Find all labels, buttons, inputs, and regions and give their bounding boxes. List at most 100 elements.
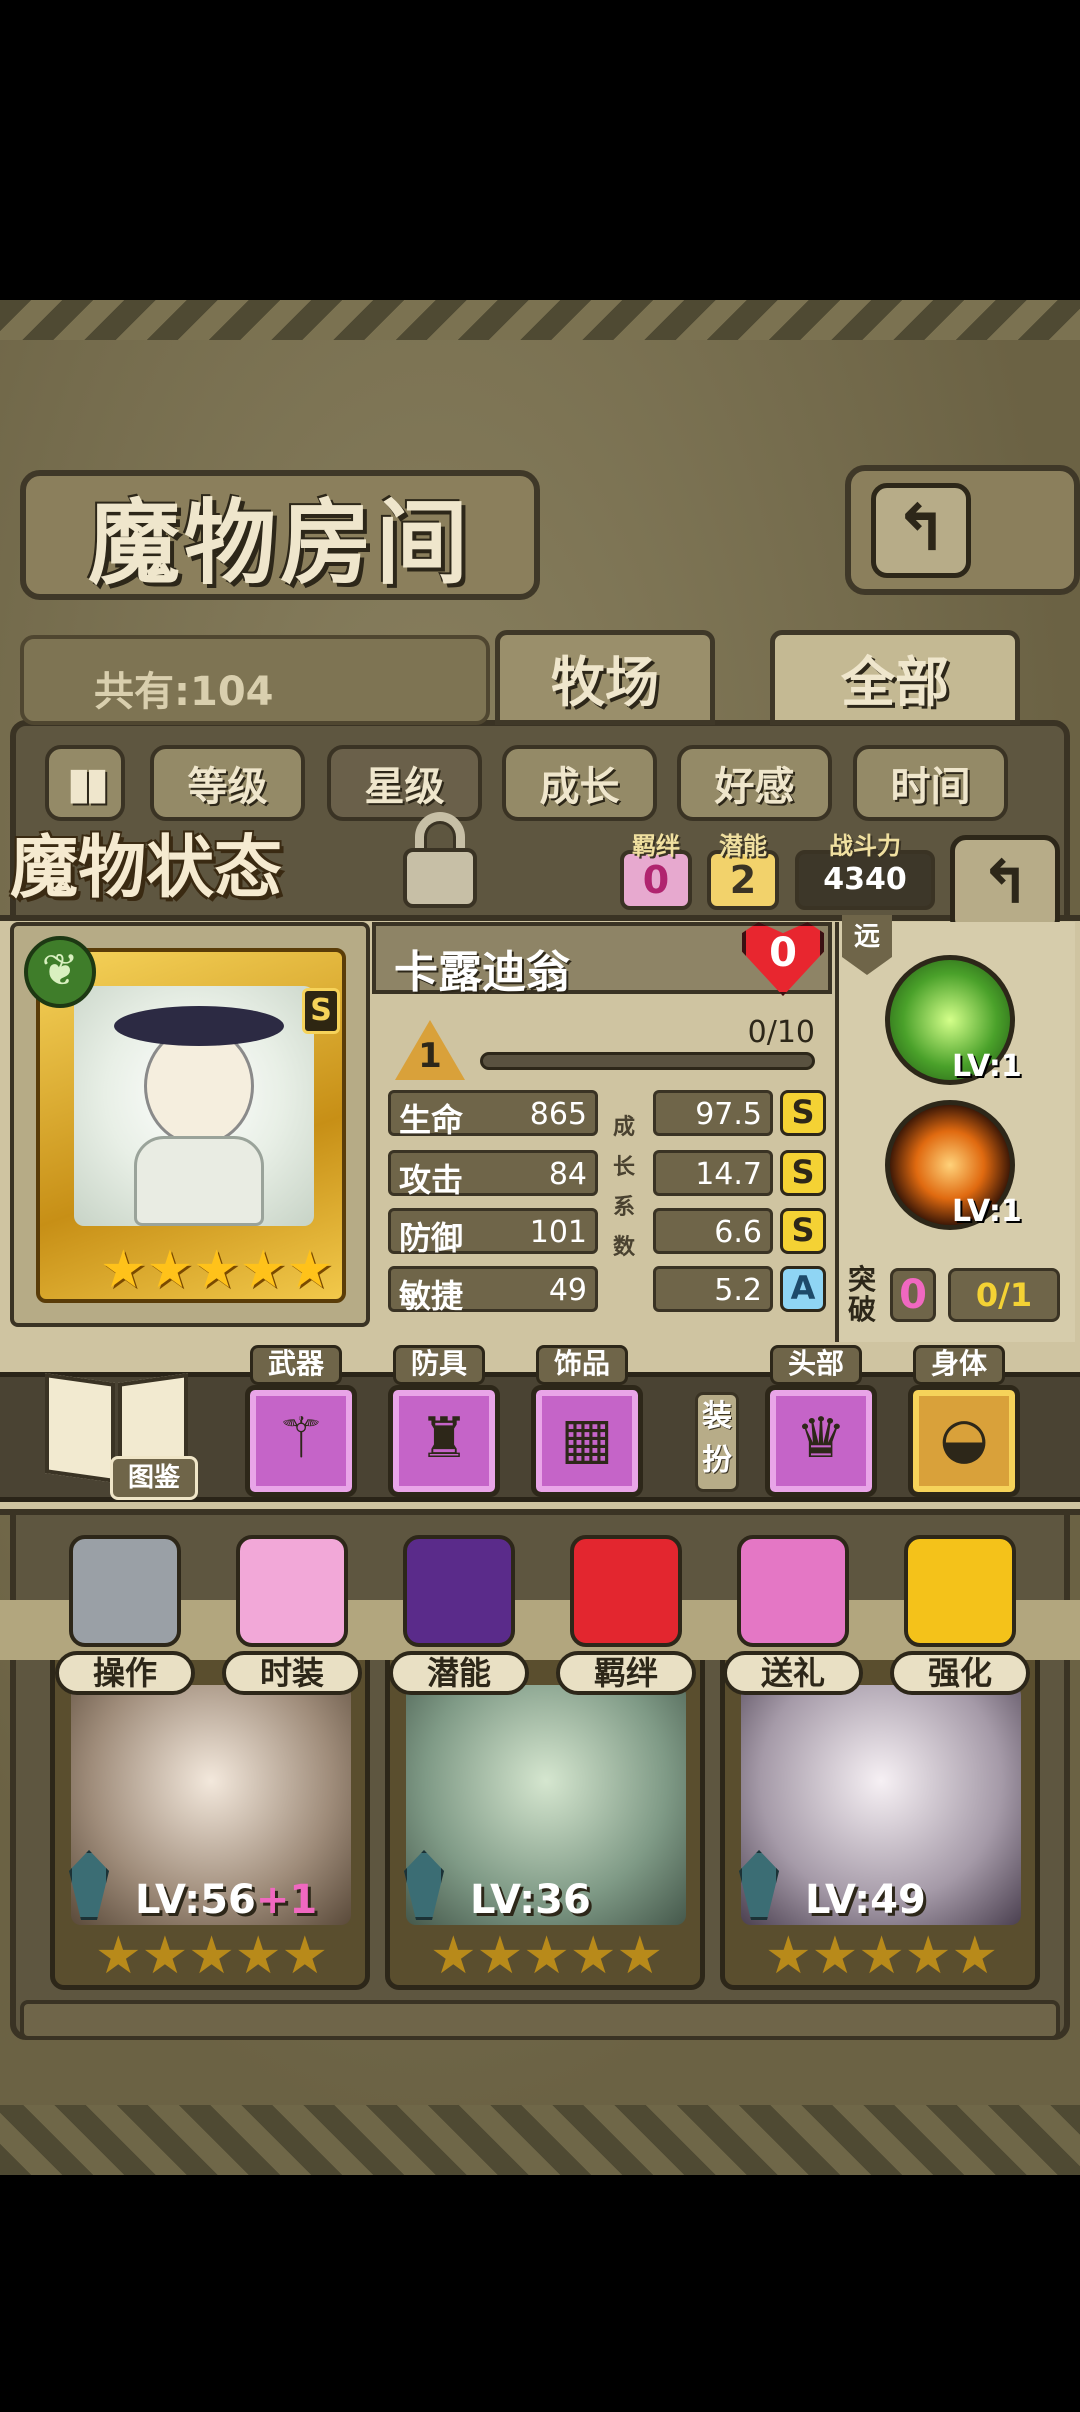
level-badge: 1 (395, 1020, 465, 1080)
lock-button[interactable] (395, 810, 485, 910)
grade-badge: S (780, 1090, 826, 1136)
hat-icon: ♛ (795, 1406, 847, 1471)
star-rating: ★ ★ ★ ★ ★ (100, 1244, 333, 1296)
close-room-button[interactable]: ↰ (845, 465, 1080, 595)
star-icon: ★ (286, 1240, 334, 1300)
skill-level: LV:1 (952, 1194, 1022, 1229)
operate-label: 操作 (55, 1651, 195, 1695)
growth-value: 97.5 (695, 1097, 762, 1132)
bond-button[interactable]: 羁绊 (556, 1535, 696, 1695)
demon-icon (403, 1535, 515, 1647)
affection-value: 0 (769, 930, 797, 976)
status-title-text: 魔物状态 (10, 828, 283, 908)
sort-level-button[interactable]: 等级 (150, 745, 305, 821)
gift-button[interactable]: 送礼 (723, 1535, 863, 1695)
growth-value: 14.7 (695, 1157, 762, 1192)
gift-label: 送礼 (723, 1651, 863, 1695)
portrait-body (134, 1136, 264, 1226)
body-slot[interactable]: ◒ (908, 1385, 1020, 1497)
exp-text: 0/10 (747, 1015, 815, 1050)
combat-power-value: 4340 (823, 862, 907, 897)
monster-count-bar: 共有:104 (20, 635, 490, 725)
portrait-hat (114, 1006, 284, 1046)
level-value: 1 (418, 1036, 442, 1076)
star-icon: ★ (523, 1926, 570, 1986)
book-icon (45, 1373, 115, 1483)
potential-action-label: 潜能 (389, 1651, 529, 1695)
status-back-button[interactable]: ↰ (950, 835, 1060, 935)
potential-value: 2 (729, 858, 757, 902)
bond-counter: 羁绊 0 (620, 832, 692, 910)
star-icon: ★ (95, 1926, 142, 1986)
star-rating: ★ ★ ★ ★ ★ (765, 1930, 998, 1982)
weapon-slot[interactable]: ⚚ (245, 1385, 357, 1497)
egg-icon: ◒ (939, 1406, 989, 1471)
encyclopedia-button[interactable]: 图鉴 (40, 1368, 200, 1503)
bottom-border (0, 2105, 1080, 2175)
bond-action-label: 羁绊 (556, 1651, 696, 1695)
tab-all-label: 全部 (841, 650, 949, 714)
stat-agi: 敏捷 49 (388, 1266, 598, 1315)
armor-slot[interactable]: ♜ (388, 1385, 500, 1497)
sort-level-label: 等级 (187, 764, 268, 810)
operate-button[interactable]: 操作 (55, 1535, 195, 1695)
star-icon: ★ (100, 1240, 147, 1300)
sort-growth-button[interactable]: 成长 (502, 745, 657, 821)
return-icon: ↰ (979, 848, 1031, 918)
skill-leaf-icon[interactable]: LV:1 (885, 955, 1022, 1085)
stat-value: 49 (548, 1273, 587, 1308)
costume-button[interactable]: 时装 (222, 1535, 362, 1695)
star-icon: ★ (188, 1926, 235, 1986)
monster-count: 共有:104 (94, 669, 274, 715)
stat-def: 防御 101 (388, 1208, 598, 1257)
outfit-icon (236, 1535, 348, 1647)
potential-button[interactable]: 潜能 (389, 1535, 529, 1695)
status-title: 魔物状态 (10, 812, 360, 908)
monster-level-text: LV:56 (135, 1877, 256, 1923)
star-icon: ★ (476, 1926, 524, 1986)
stat-name: 敏捷 (399, 1277, 464, 1315)
skill-sword-icon[interactable]: LV:1 (885, 1100, 1022, 1230)
page-title-text: 魔物房间 (87, 488, 472, 597)
star-icon: ★ (430, 1926, 477, 1986)
growth-hp: 97.5 (653, 1090, 773, 1136)
tab-ranch-label: 牧场 (551, 650, 659, 714)
encyclopedia-label: 图鉴 (110, 1456, 198, 1500)
break-progress: 0/1 (948, 1268, 1060, 1322)
star-icon: ★ (239, 1240, 287, 1300)
sort-time-button[interactable]: 时间 (853, 745, 1008, 821)
star-icon: ★ (858, 1926, 905, 1986)
skill-level: LV:1 (952, 1049, 1022, 1084)
gear-icon (69, 1535, 181, 1647)
break-label: 突破 (848, 1263, 877, 1326)
sort-growth-label: 成长 (539, 764, 620, 810)
star-icon: ★ (569, 1926, 617, 1986)
monster-level-plus: +1 (255, 1877, 318, 1923)
star-icon: ★ (951, 1926, 999, 1986)
pause-icon: ▮▮ (66, 757, 110, 809)
stat-name: 生命 (399, 1101, 464, 1139)
combat-power-label: 战斗力 (829, 832, 901, 860)
enhance-button[interactable]: 强化 (890, 1535, 1030, 1695)
monster-level: LV:49 (805, 1877, 926, 1923)
accessory-slot[interactable]: ▦ (531, 1385, 643, 1497)
bond-label: 羁绊 (632, 832, 680, 860)
cloak-icon: ♜ (418, 1406, 470, 1471)
staff-icon: ⚚ (275, 1406, 327, 1471)
tab-ranch[interactable]: 牧场 (495, 630, 715, 725)
slot-tag-armor: 防具 (393, 1345, 485, 1385)
tablet-icon: ▦ (560, 1406, 614, 1471)
head-slot[interactable]: ♛ (765, 1385, 877, 1497)
stat-name: 攻击 (399, 1161, 464, 1199)
pause-button[interactable]: ▮▮ (45, 745, 125, 821)
star-icon: ★ (281, 1926, 329, 1986)
stat-atk: 攻击 84 (388, 1150, 598, 1199)
sort-affection-button[interactable]: 好感 (677, 745, 832, 821)
stat-value: 84 (548, 1157, 587, 1192)
bond-value: 0 (642, 858, 670, 902)
tab-all[interactable]: 全部 (770, 630, 1020, 725)
star-icon: ★ (616, 1926, 664, 1986)
page-title: 魔物房间 (20, 470, 540, 600)
monster-level: LV:56+1 (135, 1877, 317, 1923)
growth-coefficient-label: 成长系数 (612, 1115, 635, 1260)
